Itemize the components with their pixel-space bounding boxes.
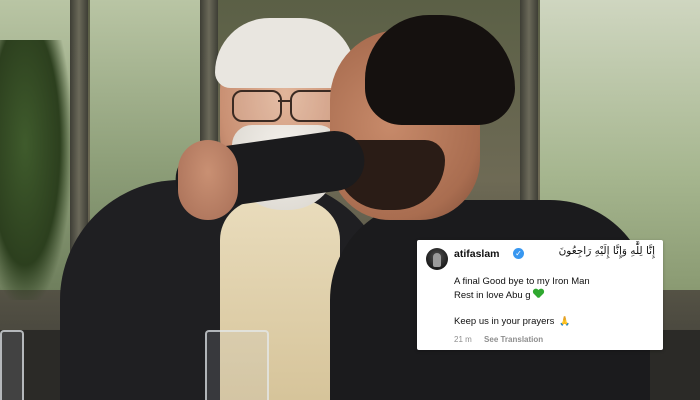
verified-badge-icon: ✓ xyxy=(513,248,524,259)
see-translation-link[interactable]: See Translation xyxy=(484,335,543,344)
comment-line-3: Keep us in your prayers 🙏 xyxy=(454,316,570,327)
comment-line-2: Rest in love Abu g xyxy=(454,289,544,301)
comment-line-3-text: Keep us in your prayers xyxy=(454,316,555,327)
praying-hands-icon: 🙏 xyxy=(558,317,571,327)
younger-man-hair xyxy=(365,15,515,125)
comment-username[interactable]: atifaslam xyxy=(454,248,500,260)
glasses xyxy=(232,90,342,122)
comment-line-1: A final Good bye to my Iron Man xyxy=(454,276,590,287)
comment-arabic-text: إِنَّا لِلَّٰهِ وَإِنَّا إِلَيْهِ رَاجِع… xyxy=(558,245,655,257)
plant xyxy=(0,40,70,300)
green-heart-icon xyxy=(533,289,544,299)
instagram-comment-card: atifaslam ✓ إِنَّا لِلَّٰهِ وَإِنَّا إِل… xyxy=(417,240,663,350)
hand xyxy=(178,140,238,220)
drinking-glass xyxy=(0,330,24,400)
drinking-glass xyxy=(205,330,269,400)
comment-meta: 21 m See Translation xyxy=(454,335,553,344)
avatar[interactable] xyxy=(426,248,448,270)
comment-time: 21 m xyxy=(454,335,472,344)
comment-line-2-text: Rest in love Abu g xyxy=(454,290,531,301)
